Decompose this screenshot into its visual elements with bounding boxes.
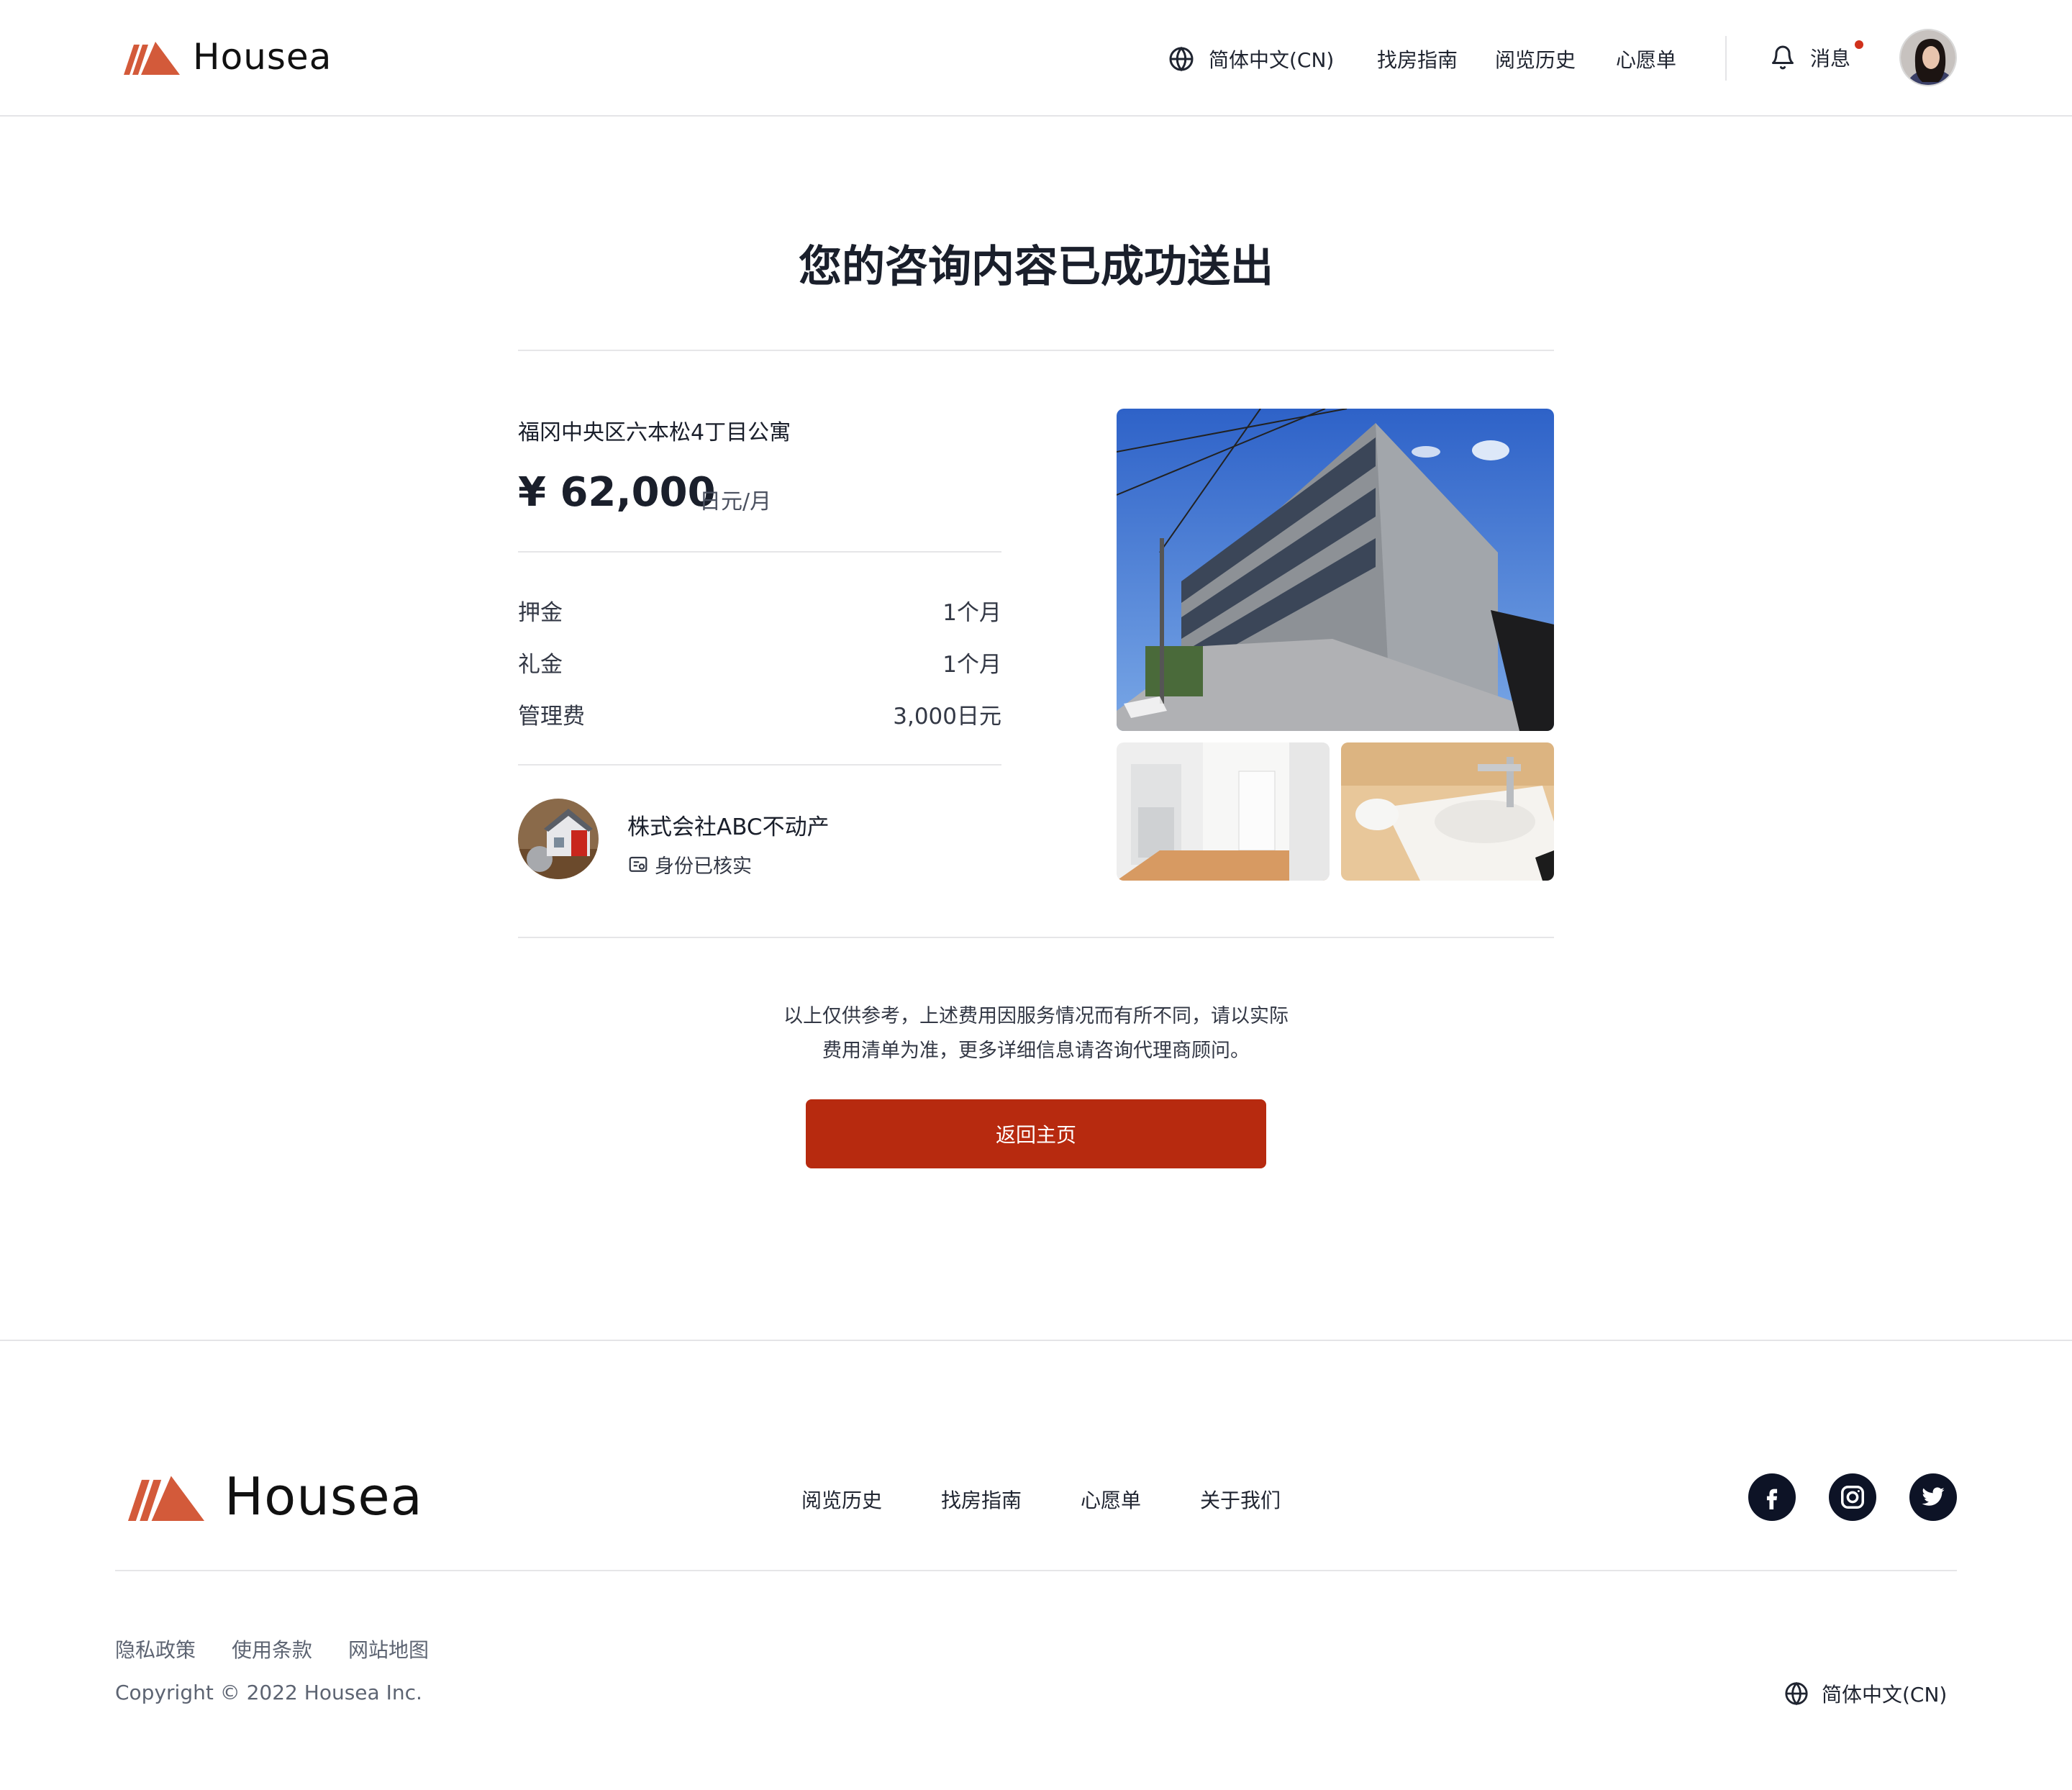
footer-divider bbox=[115, 1570, 1957, 1571]
footer-logo[interactable]: Housea bbox=[127, 1466, 423, 1527]
page-title: 您的咨询内容已成功送出 bbox=[799, 242, 1273, 292]
language-selector[interactable]: 简体中文(CN) bbox=[1168, 45, 1334, 73]
nav-search-guide[interactable]: 找房指南 bbox=[1377, 45, 1458, 73]
footer-nav-wishlist[interactable]: 心愿单 bbox=[1081, 1485, 1141, 1514]
id-card-icon bbox=[629, 856, 648, 872]
globe-icon bbox=[1169, 46, 1194, 72]
instagram-icon[interactable] bbox=[1829, 1473, 1876, 1521]
property-photo-room[interactable] bbox=[1117, 742, 1330, 881]
footer-nav-browse-history[interactable]: 阅览历史 bbox=[801, 1485, 882, 1514]
price-divider bbox=[518, 551, 1001, 553]
header-logo[interactable]: Housea bbox=[124, 33, 332, 81]
globe-icon bbox=[1785, 1681, 1808, 1706]
bell-icon bbox=[1772, 45, 1794, 70]
footer-nav-search-guide[interactable]: 找房指南 bbox=[941, 1485, 1022, 1514]
fee-key-money-label: 礼金 bbox=[518, 652, 563, 678]
footer-brand: Housea bbox=[224, 1466, 423, 1527]
terms-of-use-link[interactable]: 使用条款 bbox=[232, 1635, 312, 1663]
nav-wishlist[interactable]: 心愿单 bbox=[1616, 45, 1676, 73]
agent-name: 株式会社ABC不动产 bbox=[627, 814, 830, 840]
housea-logo-icon bbox=[127, 1476, 205, 1521]
verified-badge: 身份已核实 bbox=[627, 850, 752, 878]
fee-management-label: 管理费 bbox=[518, 704, 585, 730]
fees-divider bbox=[518, 764, 1001, 765]
copyright-text: Copyright © 2022 Housea Inc. bbox=[115, 1681, 422, 1704]
fee-management-value: 3,000日元 bbox=[893, 704, 1001, 730]
footer-nav-about[interactable]: 关于我们 bbox=[1200, 1485, 1281, 1514]
price-unit: 日元/月 bbox=[699, 489, 772, 514]
fee-key-money-value: 1个月 bbox=[942, 652, 1001, 678]
language-label: 简体中文(CN) bbox=[1209, 48, 1335, 72]
footer-language-selector[interactable]: 简体中文(CN) bbox=[1784, 1679, 1947, 1708]
nav-browse-history[interactable]: 阅览历史 bbox=[1495, 45, 1576, 73]
sitemap-link[interactable]: 网站地图 bbox=[348, 1635, 429, 1663]
fee-deposit-label: 押金 bbox=[518, 600, 563, 626]
housea-logo-icon bbox=[124, 42, 180, 75]
fee-deposit-value: 1个月 bbox=[942, 600, 1001, 626]
notice-line-1: 以上仅供参考，上述费用因服务情况而有所不同，请以实际 bbox=[783, 1005, 1289, 1027]
privacy-policy-link[interactable]: 隐私政策 bbox=[115, 1635, 196, 1663]
title-divider bbox=[518, 350, 1554, 351]
messages-label: 消息 bbox=[1810, 47, 1851, 71]
details-divider bbox=[518, 937, 1554, 938]
property-price: ¥ 62,000 bbox=[518, 469, 716, 516]
header-divider bbox=[1725, 36, 1727, 81]
footer-top-border bbox=[0, 1340, 2072, 1341]
property-photo-bathroom[interactable] bbox=[1341, 742, 1554, 881]
notice-line-2: 费用清单为准，更多详细信息请咨询代理商顾问。 bbox=[822, 1040, 1250, 1062]
verified-label: 身份已核实 bbox=[655, 855, 752, 878]
twitter-icon[interactable] bbox=[1909, 1473, 1957, 1521]
notification-dot bbox=[1855, 40, 1863, 49]
messages-link[interactable]: 消息 bbox=[1770, 43, 1850, 72]
header-brand: Housea bbox=[193, 36, 332, 78]
user-avatar[interactable] bbox=[1899, 29, 1957, 86]
site-header: Housea 简体中文(CN) 找房指南 阅览历史 心愿单 消息 bbox=[0, 0, 2072, 117]
facebook-icon[interactable] bbox=[1748, 1473, 1796, 1521]
property-photo-exterior[interactable] bbox=[1117, 409, 1554, 731]
agent-avatar bbox=[518, 799, 599, 879]
footer-language-label: 简体中文(CN) bbox=[1822, 1683, 1948, 1707]
back-to-home-button[interactable]: 返回主页 bbox=[806, 1099, 1266, 1168]
property-name: 福冈中央区六本松4丁目公寓 bbox=[518, 420, 791, 445]
